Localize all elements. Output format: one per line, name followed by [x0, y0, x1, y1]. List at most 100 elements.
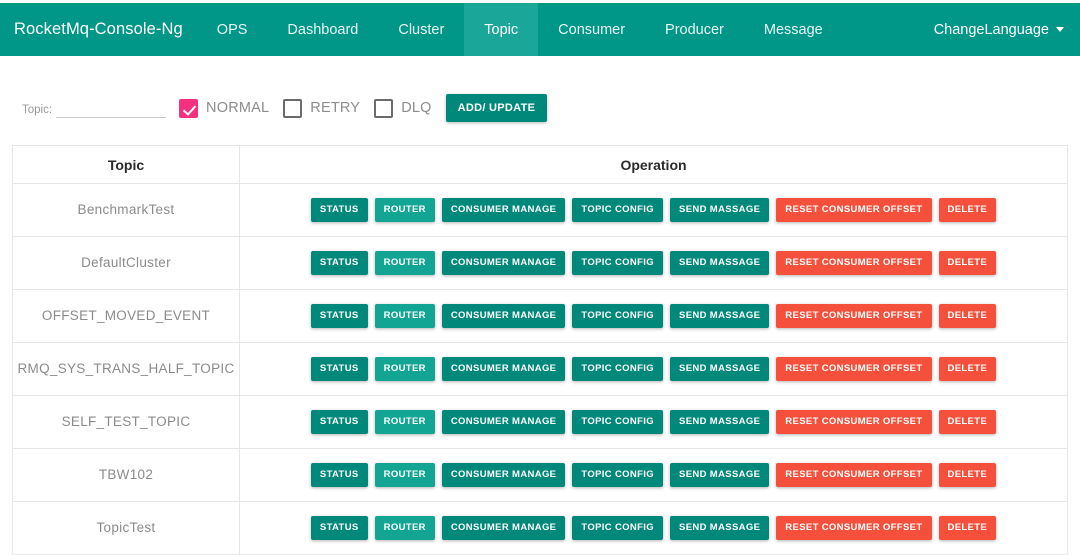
topic-name-text: DefaultCluster — [81, 255, 171, 270]
nav-item-cluster[interactable]: Cluster — [378, 3, 464, 56]
consumer-manage-button[interactable]: CONSUMER MANAGE — [441, 410, 566, 434]
status-button[interactable]: STATUS — [310, 463, 368, 487]
checkbox-normal[interactable]: NORMAL — [179, 98, 270, 118]
router-button[interactable]: ROUTER — [374, 410, 435, 434]
nav-item-topic[interactable]: Topic — [464, 3, 539, 56]
column-header-topic: Topic — [12, 145, 240, 184]
send-massage-button[interactable]: SEND MASSAGE — [670, 463, 770, 487]
reset-consumer-offset-button[interactable]: RESET CONSUMER OFFSET — [776, 251, 932, 275]
consumer-manage-button[interactable]: CONSUMER MANAGE — [441, 304, 566, 328]
reset-consumer-offset-button[interactable]: RESET CONSUMER OFFSET — [776, 304, 932, 328]
reset-consumer-offset-button[interactable]: RESET CONSUMER OFFSET — [776, 198, 932, 222]
operation-button-group: STATUS ROUTER CONSUMER MANAGE TOPIC CONFIG S… — [246, 304, 1061, 328]
send-massage-button[interactable]: SEND MASSAGE — [670, 357, 770, 381]
status-button[interactable]: STATUS — [310, 251, 368, 275]
nav-menu: OPS Dashboard Cluster Topic Consumer Producer… — [197, 3, 843, 56]
topic-config-button[interactable]: TOPIC CONFIG — [572, 251, 664, 275]
topic-config-button[interactable]: TOPIC CONFIG — [572, 304, 664, 328]
nav-item-message[interactable]: Message — [744, 3, 843, 56]
consumer-manage-button[interactable]: CONSUMER MANAGE — [441, 463, 566, 487]
brand-logo[interactable]: RocketMq-Console-Ng — [0, 3, 197, 56]
consumer-manage-button[interactable]: CONSUMER MANAGE — [441, 251, 566, 275]
cell-topic-name: TBW102 — [12, 448, 240, 502]
reset-consumer-offset-button[interactable]: RESET CONSUMER OFFSET — [776, 463, 932, 487]
navbar-right: ChangeLanguage — [934, 3, 1080, 56]
router-button[interactable]: ROUTER — [374, 516, 435, 540]
operation-button-group: STATUS ROUTER CONSUMER MANAGE TOPIC CONFIG S… — [246, 463, 1061, 487]
send-massage-button[interactable]: SEND MASSAGE — [670, 251, 770, 275]
checkbox-retry[interactable]: RETRY — [283, 98, 361, 118]
table-row: SELF_TEST_TOPIC STATUS ROUTER CONSUMER MANA… — [12, 395, 1068, 449]
consumer-manage-button[interactable]: CONSUMER MANAGE — [441, 357, 566, 381]
reset-consumer-offset-button[interactable]: RESET CONSUMER OFFSET — [776, 357, 932, 381]
status-button[interactable]: STATUS — [310, 357, 368, 381]
topic-config-button[interactable]: TOPIC CONFIG — [572, 516, 664, 540]
consumer-manage-button[interactable]: CONSUMER MANAGE — [441, 516, 566, 540]
checkbox-unchecked-icon[interactable] — [283, 98, 303, 118]
table-row: BenchmarkTest STATUS ROUTER CONSUMER MANAGE… — [12, 183, 1068, 237]
operation-button-group: STATUS ROUTER CONSUMER MANAGE TOPIC CONFIG S… — [246, 516, 1061, 540]
topic-config-button[interactable]: TOPIC CONFIG — [572, 410, 664, 434]
status-button[interactable]: STATUS — [310, 410, 368, 434]
topic-table-container: Topic Operation BenchmarkTest STATUS ROUTE… — [12, 145, 1068, 555]
chevron-down-icon — [1056, 27, 1064, 32]
table-row: DefaultCluster STATUS ROUTER CONSUMER MANAG… — [12, 236, 1068, 290]
reset-consumer-offset-button[interactable]: RESET CONSUMER OFFSET — [776, 516, 932, 540]
topic-search-input[interactable] — [56, 98, 167, 118]
send-massage-button[interactable]: SEND MASSAGE — [670, 198, 770, 222]
checkbox-unchecked-icon[interactable] — [374, 98, 394, 118]
delete-button[interactable]: DELETE — [938, 357, 997, 381]
checkbox-label-retry: RETRY — [310, 100, 361, 116]
router-button[interactable]: ROUTER — [374, 463, 435, 487]
status-button[interactable]: STATUS — [310, 304, 368, 328]
router-button[interactable]: ROUTER — [374, 357, 435, 381]
consumer-manage-button[interactable]: CONSUMER MANAGE — [441, 198, 566, 222]
delete-button[interactable]: DELETE — [938, 516, 997, 540]
cell-operations: STATUS ROUTER CONSUMER MANAGE TOPIC CONFIG S… — [239, 236, 1068, 290]
router-button[interactable]: ROUTER — [374, 251, 435, 275]
table-row: RMQ_SYS_TRANS_HALF_TOPIC STATUS ROUTER CONS… — [12, 342, 1068, 396]
nav-item-producer[interactable]: Producer — [645, 3, 744, 56]
nav-item-dashboard[interactable]: Dashboard — [267, 3, 378, 56]
cell-topic-name: BenchmarkTest — [12, 183, 240, 237]
cell-topic-name: TopicTest — [12, 501, 240, 555]
table-body: BenchmarkTest STATUS ROUTER CONSUMER MANAGE… — [12, 183, 1068, 555]
topic-table: Topic Operation BenchmarkTest STATUS ROUTE… — [12, 145, 1068, 555]
add-update-button[interactable]: ADD/ UPDATE — [445, 94, 548, 122]
operation-button-group: STATUS ROUTER CONSUMER MANAGE TOPIC CONFIG S… — [246, 198, 1061, 222]
table-row: TBW102 STATUS ROUTER CONSUMER MANAGE TOPIC C… — [12, 448, 1068, 502]
router-button[interactable]: ROUTER — [374, 198, 435, 222]
send-massage-button[interactable]: SEND MASSAGE — [670, 410, 770, 434]
change-language-menu[interactable]: ChangeLanguage — [934, 22, 1064, 38]
change-language-label: ChangeLanguage — [933, 21, 1049, 38]
reset-consumer-offset-button[interactable]: RESET CONSUMER OFFSET — [776, 410, 932, 434]
send-massage-button[interactable]: SEND MASSAGE — [670, 516, 770, 540]
cell-topic-name: DefaultCluster — [12, 236, 240, 290]
cell-topic-name: SELF_TEST_TOPIC — [12, 395, 240, 449]
checkbox-label-normal: NORMAL — [206, 100, 270, 116]
filter-bar: Topic: NORMAL RETRY DLQ ADD/ UPDATE — [0, 90, 1080, 126]
cell-topic-name: OFFSET_MOVED_EVENT — [12, 289, 240, 343]
topic-name-text: OFFSET_MOVED_EVENT — [41, 308, 211, 323]
nav-item-consumer[interactable]: Consumer — [538, 3, 645, 56]
checkbox-dlq[interactable]: DLQ — [374, 98, 431, 118]
operation-button-group: STATUS ROUTER CONSUMER MANAGE TOPIC CONFIG S… — [246, 251, 1061, 275]
topic-type-checkbox-group: NORMAL RETRY DLQ — [179, 98, 446, 118]
delete-button[interactable]: DELETE — [938, 463, 997, 487]
delete-button[interactable]: DELETE — [938, 251, 997, 275]
send-massage-button[interactable]: SEND MASSAGE — [670, 304, 770, 328]
topic-config-button[interactable]: TOPIC CONFIG — [572, 198, 664, 222]
table-row: TopicTest STATUS ROUTER CONSUMER MANAGE TOPI… — [12, 501, 1068, 555]
nav-item-ops[interactable]: OPS — [197, 3, 268, 56]
router-button[interactable]: ROUTER — [374, 304, 435, 328]
delete-button[interactable]: DELETE — [938, 410, 997, 434]
status-button[interactable]: STATUS — [310, 198, 368, 222]
delete-button[interactable]: DELETE — [938, 304, 997, 328]
topic-config-button[interactable]: TOPIC CONFIG — [572, 357, 664, 381]
operation-button-group: STATUS ROUTER CONSUMER MANAGE TOPIC CONFIG S… — [246, 410, 1061, 434]
delete-button[interactable]: DELETE — [938, 198, 997, 222]
topic-config-button[interactable]: TOPIC CONFIG — [572, 463, 664, 487]
topic-name-text: TBW102 — [98, 467, 154, 482]
status-button[interactable]: STATUS — [310, 516, 368, 540]
checkbox-checked-icon[interactable] — [179, 98, 199, 118]
